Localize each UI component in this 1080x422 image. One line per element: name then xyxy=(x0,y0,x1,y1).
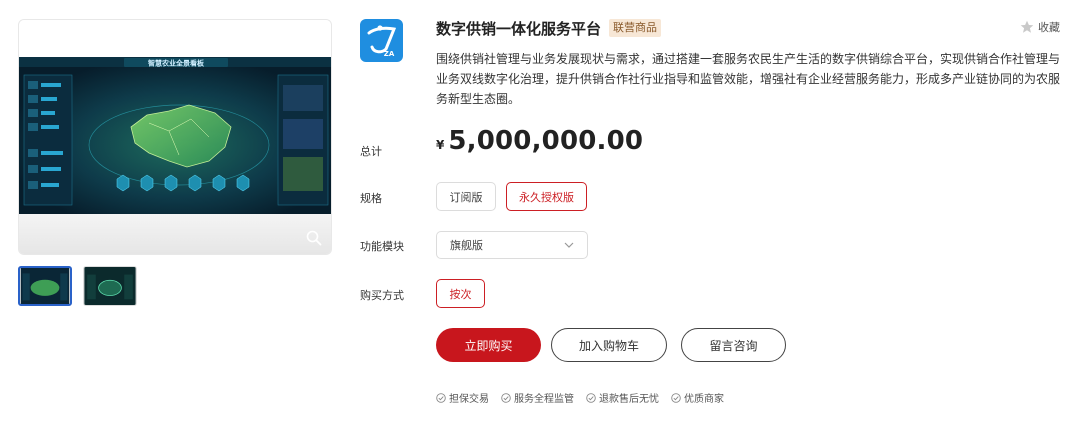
message-consult-button[interactable]: 留言咨询 xyxy=(681,328,786,362)
buy-now-button[interactable]: 立即购买 xyxy=(436,328,541,362)
logo-text: ZA xyxy=(384,50,395,58)
favorite-button[interactable]: 收藏 xyxy=(1020,19,1060,35)
image-bottom-band xyxy=(19,214,331,254)
module-select-value: 旗舰版 xyxy=(450,239,483,252)
thumbnail-1[interactable] xyxy=(18,266,72,306)
check-circle-icon xyxy=(671,392,681,403)
chevron-down-icon xyxy=(564,242,574,248)
guarantee-item: 优质商家 xyxy=(671,390,724,405)
dashboard-screenshot: 智慧农业全景看板 xyxy=(19,57,331,216)
guarantee-list: 担保交易 服务全程监管 退款售后无忧 优质商家 xyxy=(436,390,736,405)
product-title: 数字供销一体化服务平台 xyxy=(436,19,602,38)
currency-symbol: ¥ xyxy=(436,138,445,152)
guarantee-item: 服务全程监管 xyxy=(501,390,574,405)
product-main-image[interactable]: 智慧农业全景看板 xyxy=(18,19,332,255)
thumbnail-2-image xyxy=(84,267,136,305)
guarantee-label: 优质商家 xyxy=(684,394,724,405)
spec-option-perpetual[interactable]: 永久授权版 xyxy=(506,182,587,211)
dashboard-title: 智慧农业全景看板 xyxy=(148,59,205,68)
star-icon xyxy=(1020,20,1034,33)
guarantee-item: 担保交易 xyxy=(436,390,489,405)
spec-option-subscription[interactable]: 订阅版 xyxy=(436,182,496,211)
price: ¥ 5,000,000.00 xyxy=(436,126,643,156)
check-circle-icon xyxy=(501,392,511,403)
guarantee-label: 担保交易 xyxy=(449,394,489,405)
logo-mark-icon: ZA xyxy=(367,25,397,58)
check-circle-icon xyxy=(586,392,596,403)
guarantee-item: 退款售后无忧 xyxy=(586,390,659,405)
spec-label: 规格 xyxy=(360,192,382,205)
payment-label: 购买方式 xyxy=(360,289,404,302)
thumbnail-2[interactable] xyxy=(83,266,137,306)
title-row: 数字供销一体化服务平台 联营商品 xyxy=(436,17,662,39)
module-label: 功能模块 xyxy=(360,240,404,253)
guarantee-label: 退款售后无忧 xyxy=(599,394,659,405)
module-select[interactable]: 旗舰版 xyxy=(436,231,588,259)
total-label: 总计 xyxy=(360,145,382,158)
payment-option-per-use[interactable]: 按次 xyxy=(436,279,485,308)
add-to-cart-button[interactable]: 加入购物车 xyxy=(551,328,667,362)
favorite-label: 收藏 xyxy=(1038,21,1060,34)
guarantee-label: 服务全程监管 xyxy=(514,394,574,405)
joint-sale-badge: 联营商品 xyxy=(609,19,662,37)
image-top-band xyxy=(19,20,331,57)
zoom-search-icon[interactable] xyxy=(305,229,323,247)
price-amount: 5,000,000.00 xyxy=(448,126,644,156)
product-logo: ZA xyxy=(360,19,403,62)
thumbnail-1-image xyxy=(20,268,70,304)
product-description: 围绕供销社管理与业务发展现状与需求，通过搭建一套服务农民生产生活的数字供销综合平… xyxy=(436,52,1061,106)
check-circle-icon xyxy=(436,392,446,403)
